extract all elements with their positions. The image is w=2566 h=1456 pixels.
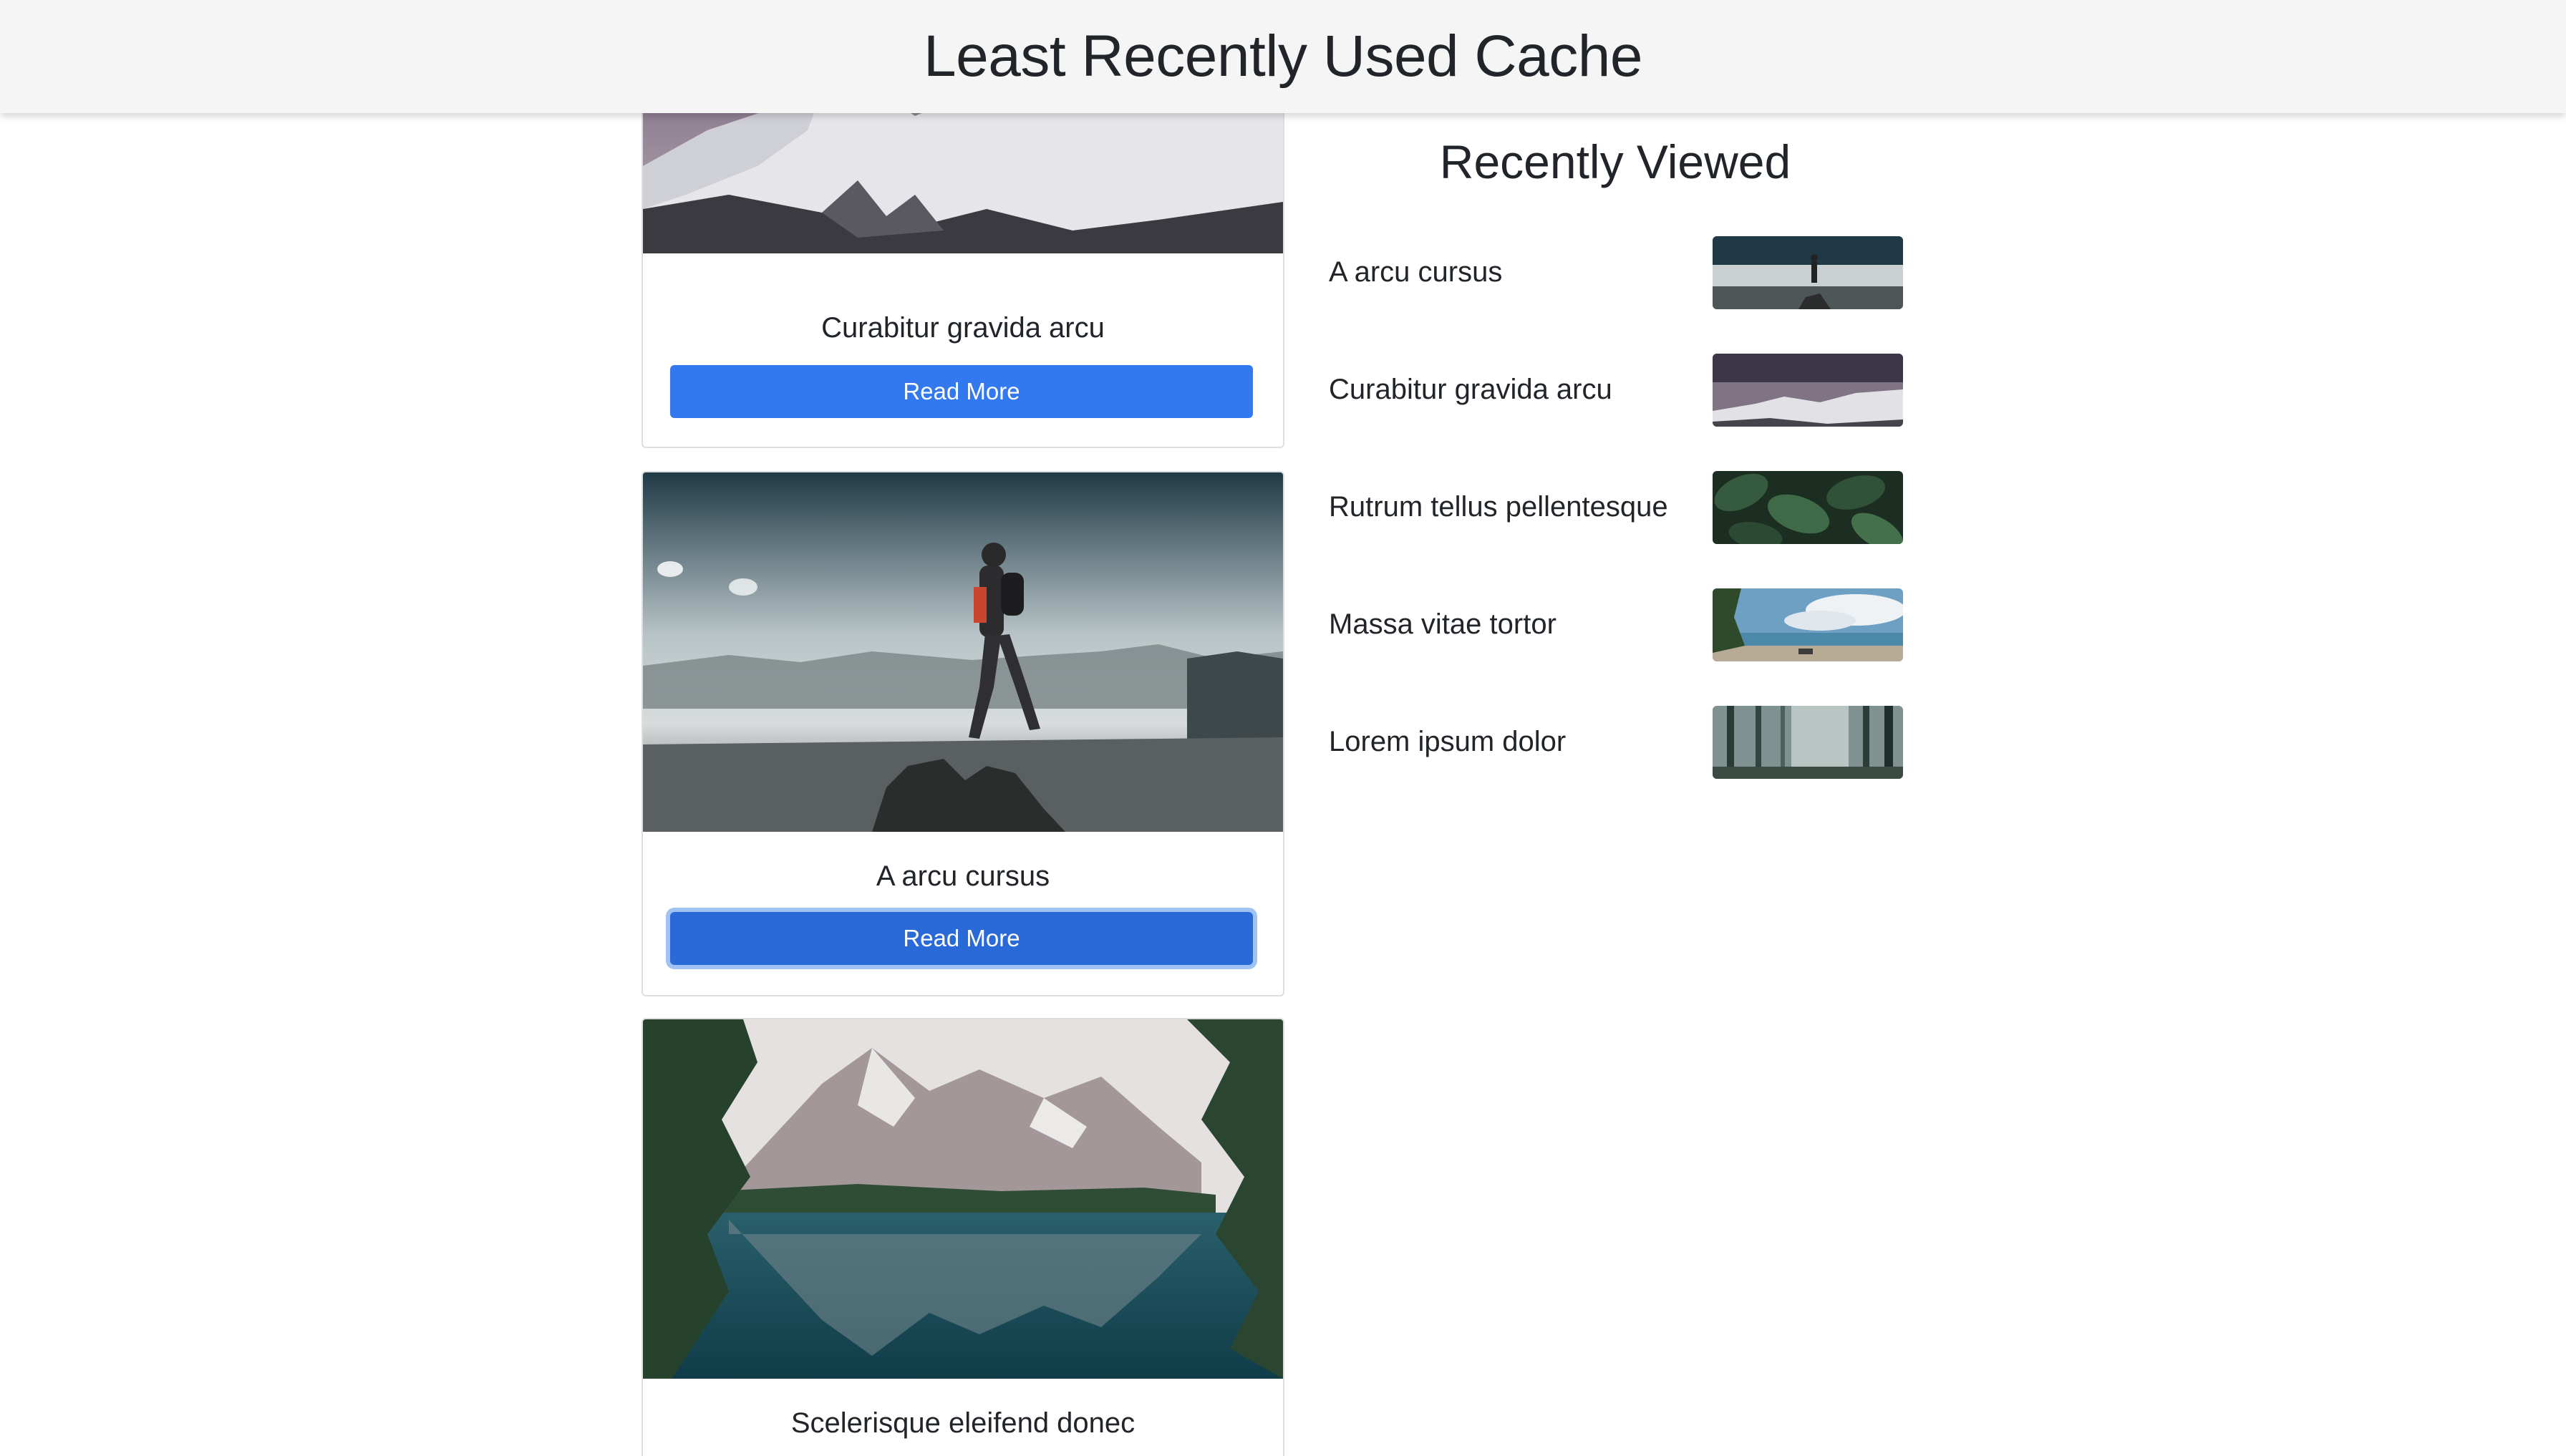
recent-item-label: Massa vitae tortor <box>1329 608 1556 640</box>
recent-item-label: Lorem ipsum dolor <box>1329 726 1567 757</box>
green-leaves-thumbnail <box>1713 471 1903 544</box>
read-more-button[interactable]: Read More <box>670 365 1253 418</box>
recent-item[interactable]: Lorem ipsum dolor <box>1329 706 1903 780</box>
card-title: Scelerisque eleifend donec <box>790 1407 1136 1439</box>
recent-item-label: Curabitur gravida arcu <box>1329 374 1612 405</box>
recent-item[interactable]: Curabitur gravida arcu <box>1329 354 1903 428</box>
card-title: Curabitur gravida arcu <box>821 312 1105 344</box>
recent-item-label: Rutrum tellus pellentesque <box>1329 491 1668 523</box>
recently-viewed-heading: Recently Viewed <box>1439 135 1791 188</box>
recent-item[interactable]: Rutrum tellus pellentesque <box>1329 471 1903 545</box>
card-title: A arcu cursus <box>876 860 1050 892</box>
page: Least Recently Used Cache Curabitur grav… <box>0 0 2566 1456</box>
read-more-button[interactable]: Read More <box>670 912 1253 965</box>
app-header: Least Recently Used Cache <box>0 0 2566 113</box>
recent-item-label: A arcu cursus <box>1329 256 1503 288</box>
mountain-lake-image <box>643 1019 1283 1379</box>
snowy-mountains-thumbnail <box>1713 354 1903 427</box>
foggy-forest-thumbnail <box>1713 706 1903 779</box>
hiker-thumbnail <box>1713 236 1903 309</box>
article-card: A arcu cursus Read More <box>642 471 1284 996</box>
hiker-on-rock-image <box>643 472 1283 832</box>
beach-thumbnail <box>1713 588 1903 661</box>
recent-item[interactable]: A arcu cursus <box>1329 236 1903 311</box>
recent-item[interactable]: Massa vitae tortor <box>1329 588 1903 663</box>
page-title: Least Recently Used Cache <box>924 24 1642 89</box>
article-card: Scelerisque eleifend donec <box>642 1018 1284 1456</box>
